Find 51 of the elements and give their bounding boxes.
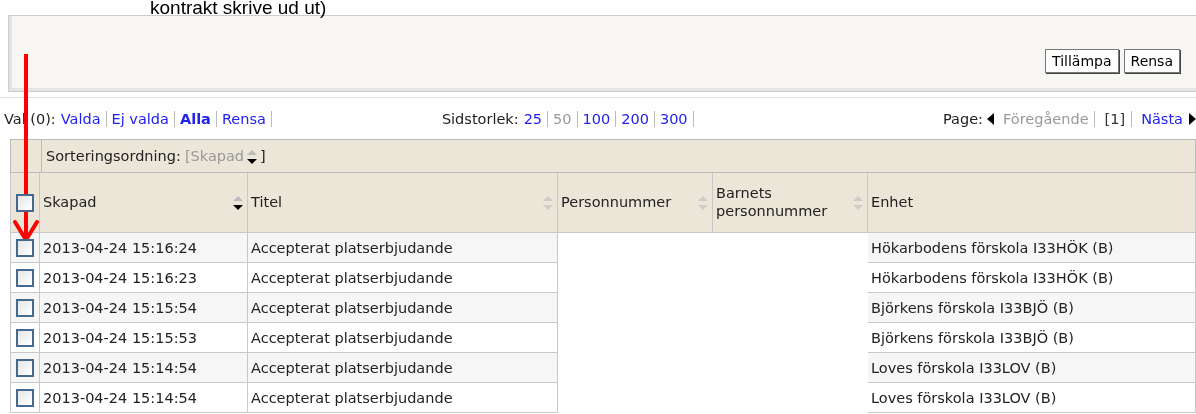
table-cell: Accepterat platserbjudande [251,359,453,376]
page-size-label: Sidstorlek: [441,110,519,127]
column-header-label: Enhet [871,193,914,212]
selection-filter-link[interactable]: Ej valda [106,110,175,127]
column-header-label: Personnummer [561,193,672,212]
selection-filter-link[interactable]: Rensa [216,110,272,127]
table-cell: Accepterat platserbjudande [251,269,453,286]
page-size-link[interactable]: 200 [616,110,655,127]
page-size-link[interactable]: 300 [654,110,694,127]
table-cell: 2013-04-24 15:14:54 [43,359,197,376]
column-header-label: Skapad [43,193,97,212]
sort-icon [246,148,259,165]
table-cell: Hökarbodens förskola I33HÖK (B) [871,269,1114,286]
table-cell: 2013-04-24 15:15:54 [43,299,197,316]
left-triangle-icon [987,112,994,125]
selection-label: Val (0): [4,110,56,127]
sort-order-label: Sorteringsordning: [46,148,181,164]
sort-order-dropdown[interactable]: [Skapad ] [184,147,266,165]
checkbox[interactable] [16,388,34,407]
current-page: [1] [1098,110,1133,127]
checkbox[interactable] [16,238,34,257]
table-cell: Björkens förskola I33BJÖ (B) [871,329,1074,346]
column-header-label: Barnets personnummer [716,185,829,220]
table-cell: Hökarbodens förskola I33HÖK (B) [871,239,1114,256]
checkbox[interactable] [16,268,34,287]
checkbox[interactable] [16,193,34,212]
table-cell: Accepterat platserbjudande [251,239,453,256]
table-cell: Björkens förskola I33BJÖ (B) [871,299,1074,316]
table-cell: Accepterat platserbjudande [251,299,453,316]
table-cell: Accepterat platserbjudande [251,329,453,346]
page-label: Page: [943,110,983,127]
table-cell: Loves förskola I33LOV (B) [871,359,1057,376]
selection-filter-link[interactable]: Alla [174,110,217,127]
page-size-link[interactable]: 100 [577,110,617,127]
right-triangle-icon [1189,112,1196,125]
table-cell: 2013-04-24 15:16:24 [43,239,197,256]
table-cell: 2013-04-24 15:16:23 [43,269,197,286]
next-page-link[interactable]: Nästa [1136,110,1185,127]
checkbox[interactable] [16,358,34,377]
selection-filter-link[interactable]: Valda [55,110,107,127]
table-cell: 2013-04-24 15:15:53 [43,329,197,346]
sort-icon[interactable] [232,194,244,211]
checkbox[interactable] [16,328,34,347]
clear-button[interactable]: Rensa [1123,49,1180,73]
table-cell: 2013-04-24 15:14:54 [43,389,197,406]
page-size-link[interactable]: 25 [518,110,549,127]
column-header-label: Titel [251,193,283,212]
checkbox[interactable] [16,298,34,317]
apply-button[interactable]: Tillämpa [1045,49,1119,73]
table-cell: Accepterat platserbjudande [251,389,453,406]
table-cell: Loves förskola I33LOV (B) [871,389,1057,406]
